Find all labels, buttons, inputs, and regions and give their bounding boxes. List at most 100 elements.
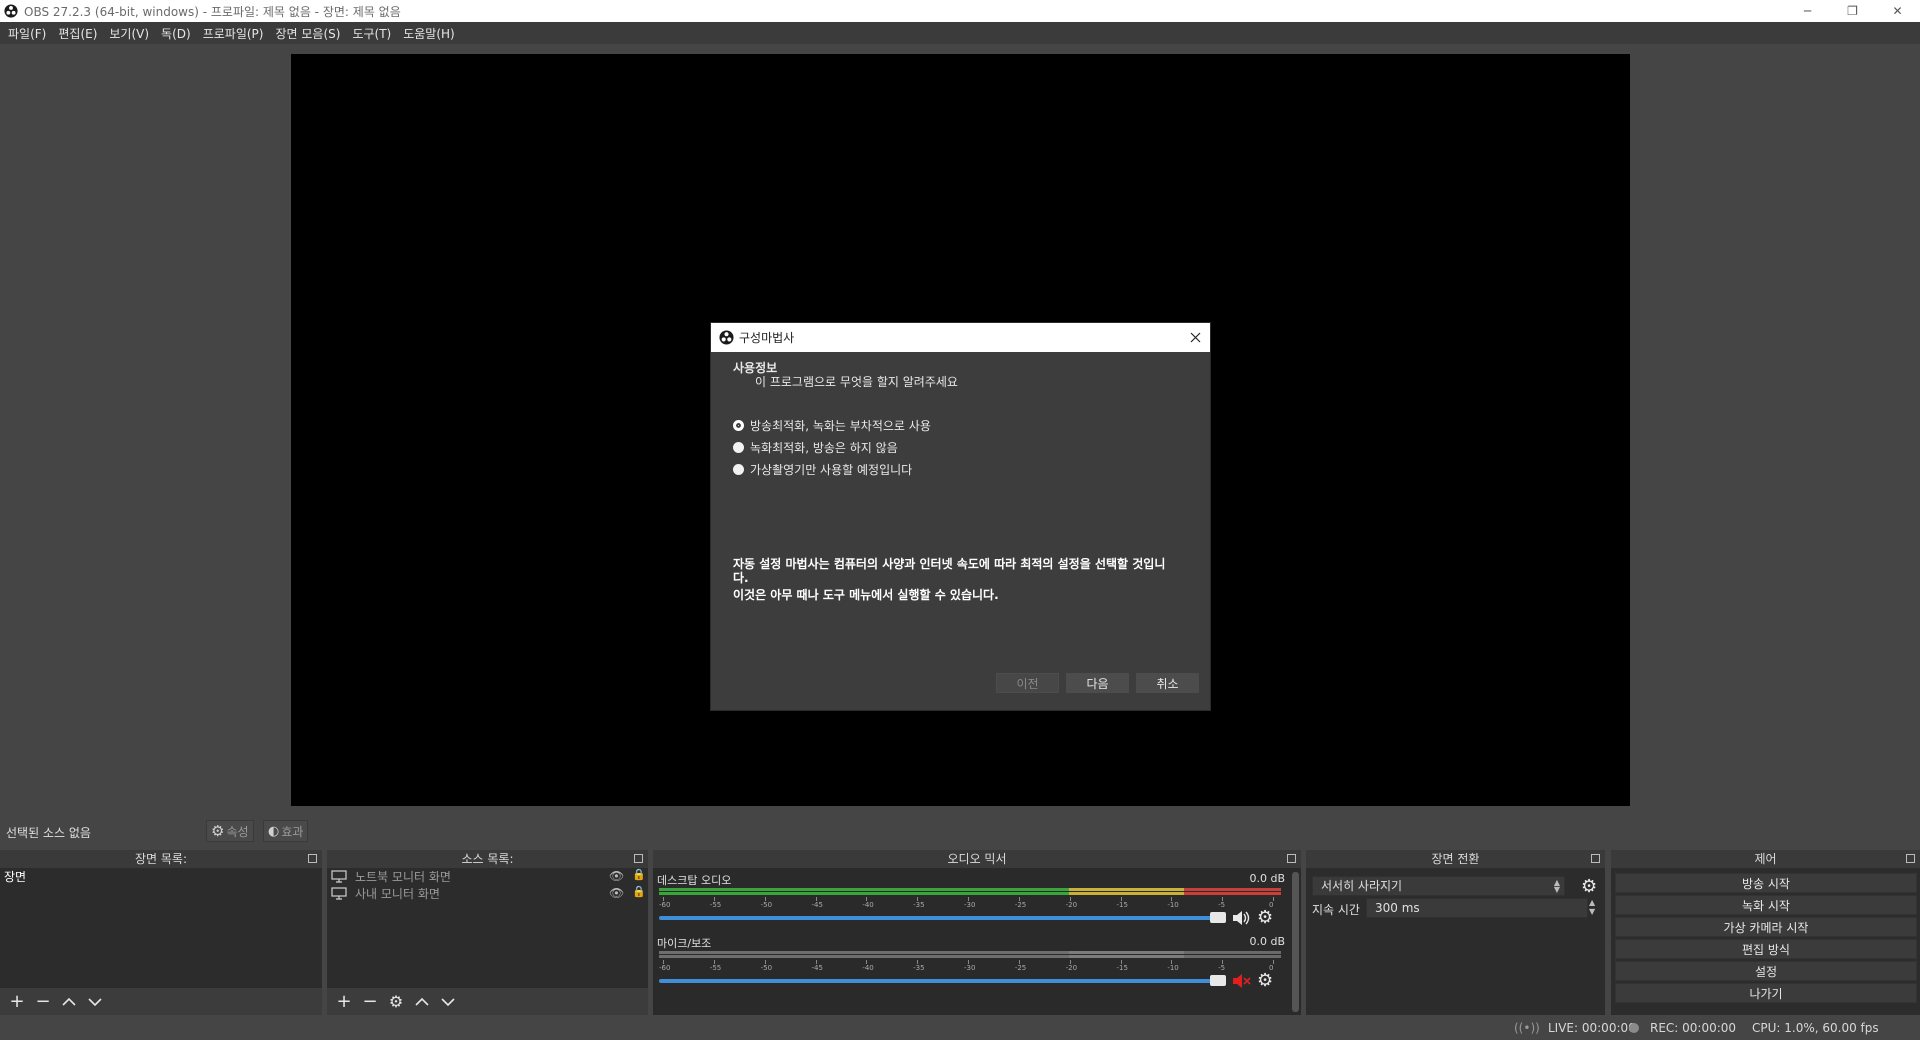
settings-button[interactable]: 설정 (1615, 961, 1917, 981)
menu-docks[interactable]: 독(D) (155, 25, 197, 42)
radio-option-virtual-camera[interactable]: 가상촬영기만 사용할 예정입니다 (733, 461, 912, 478)
radio-option-streaming[interactable]: 방송최적화, 녹화는 부차적으로 사용 (733, 417, 931, 434)
eye-icon[interactable]: 👁 (609, 869, 624, 883)
volume-slider[interactable] (659, 979, 1219, 983)
restore-button[interactable]: ❐ (1830, 0, 1875, 22)
meter-tick-mark (1171, 897, 1173, 901)
volume-meter (659, 951, 1281, 958)
source-properties-button[interactable]: ⚙ (383, 990, 409, 1014)
start-streaming-button[interactable]: 방송 시작 (1615, 873, 1917, 893)
meter-tick-mark (1069, 897, 1071, 901)
undock-icon[interactable] (1591, 854, 1600, 863)
transition-select[interactable]: 서서히 사라지기 ▲ ▼ (1312, 876, 1565, 896)
minus-icon: − (362, 991, 378, 1012)
gear-icon: ⚙ (388, 992, 404, 1011)
radio-option-recording[interactable]: 녹화최적화, 방송은 하지 않음 (733, 439, 898, 456)
meter-tick-mark (1120, 897, 1122, 901)
speaker-muted-icon[interactable] (1230, 971, 1252, 991)
dialog-body: 사용정보 이 프로그램으로 무엇을 할지 알려주세요 방송최적화, 녹화는 부차… (711, 352, 1210, 712)
menu-scene-collection[interactable]: 장면 모음(S) (269, 25, 346, 42)
meter-tick-mark (1018, 960, 1020, 964)
meter-tick-mark (1273, 960, 1274, 964)
dialog-title-bar[interactable]: 구성마법사 (711, 323, 1210, 352)
source-item[interactable]: 사내 모니터 화면 👁 🔒 (327, 885, 648, 902)
undock-icon[interactable] (634, 854, 643, 863)
source-item[interactable]: 노트북 모니터 화면 👁 🔒 (327, 868, 648, 885)
gear-icon: ⚙ (211, 822, 225, 840)
meter-tick-label: -5 (1218, 964, 1226, 972)
remove-scene-button[interactable]: − (30, 990, 56, 1014)
dialog-close-button[interactable] (1180, 323, 1210, 352)
no-source-selected-label: 선택된 소스 없음 (6, 826, 91, 840)
scene-item[interactable]: 장면 (0, 868, 322, 885)
close-window-button[interactable]: ✕ (1875, 0, 1920, 22)
undock-icon[interactable] (1287, 854, 1296, 863)
scene-transitions-dock: 장면 전환 서서히 사라지기 ▲ ▼ ⚙ 지속 시간 300 ms ▲ ▼ (1306, 850, 1605, 1015)
undock-icon[interactable] (1906, 854, 1915, 863)
gear-icon[interactable]: ⚙ (1581, 876, 1597, 897)
menu-tools[interactable]: 도구(T) (346, 25, 397, 42)
meter-tick-mark (917, 897, 919, 901)
add-source-button[interactable]: + (331, 990, 357, 1014)
remove-source-button[interactable]: − (357, 990, 383, 1014)
volume-slider-handle[interactable] (1210, 912, 1226, 923)
title-bar: OBS 27.2.3 (64-bit, windows) - 프로파일: 제목 … (0, 0, 1920, 22)
start-virtual-camera-button[interactable]: 가상 카메라 시작 (1615, 917, 1917, 937)
lock-icon[interactable]: 🔒 (632, 885, 646, 898)
mixer-scrollbar[interactable] (1292, 872, 1299, 1012)
lock-icon[interactable]: 🔒 (632, 868, 646, 881)
mixer-channel-mic-aux: 마이크/보조 0.0 dB -60 -55 -50 -45 -40 -35 -30 -25 -2… (657, 935, 1289, 995)
meter-tick-mark (968, 960, 969, 964)
move-scene-down-button[interactable] (82, 990, 108, 1014)
plus-icon: + (336, 991, 352, 1012)
meter-tick-mark (815, 960, 817, 964)
dialog-info-text-2: 이것은 아무 때나 도구 메뉴에서 실행할 수 있습니다. (733, 588, 999, 602)
broadcast-icon: ((•)) (1514, 1021, 1540, 1035)
move-scene-up-button[interactable] (56, 990, 82, 1014)
status-bar: ((•)) LIVE: 00:00:00 REC: 00:00:00 CPU: … (0, 1016, 1920, 1040)
menu-file[interactable]: 파일(F) (2, 25, 52, 42)
start-recording-button[interactable]: 녹화 시작 (1615, 895, 1917, 915)
mixer-channel-desktop-audio: 데스크탑 오디오 0.0 dB -60 -55 -50 -45 -40 -35 -30 -25… (657, 872, 1289, 932)
exit-button[interactable]: 나가기 (1615, 983, 1917, 1003)
menu-edit[interactable]: 편집(E) (52, 25, 103, 42)
speaker-icon[interactable] (1230, 908, 1252, 928)
controls-header: 제어 (1611, 850, 1920, 868)
meter-tick-label: -55 (709, 901, 722, 909)
minimize-button[interactable]: ─ (1785, 0, 1830, 22)
meter-tick-mark (815, 897, 817, 901)
audio-mixer-dock: 오디오 믹서 데스크탑 오디오 0.0 dB -60 -55 -50 -45 -40 -3… (653, 850, 1301, 1015)
meter-tick-label: -10 (1167, 901, 1179, 909)
studio-mode-button[interactable]: 편집 방식 (1615, 939, 1917, 959)
meter-tick-mark (663, 897, 664, 901)
properties-button[interactable]: ⚙ 속성 (206, 820, 254, 842)
duration-spin-icon[interactable]: ▲ ▼ (1589, 898, 1595, 916)
duration-input[interactable]: 300 ms (1366, 898, 1588, 918)
scenes-dock-title: 장면 목록: (134, 852, 188, 866)
undock-icon[interactable] (308, 854, 317, 863)
add-scene-button[interactable]: + (4, 990, 30, 1014)
menu-help[interactable]: 도움말(H) (397, 25, 461, 42)
filters-button[interactable]: ◐ 효과 (263, 820, 309, 842)
cancel-button[interactable]: 취소 (1136, 673, 1199, 693)
scenes-dock-header: 장면 목록: (0, 850, 322, 868)
move-source-up-button[interactable] (409, 990, 435, 1014)
eye-icon[interactable]: 👁 (609, 886, 624, 900)
meter-ticks: -60 -55 -50 -45 -40 -35 -30 -25 -20 -15 -10 -5 0 (659, 960, 1281, 974)
gear-icon[interactable]: ⚙ (1257, 970, 1279, 991)
previous-button[interactable]: 이전 (996, 673, 1059, 693)
gear-icon[interactable]: ⚙ (1257, 907, 1279, 928)
menu-profile[interactable]: 프로파일(P) (197, 25, 270, 42)
menu-view[interactable]: 보기(V) (103, 25, 155, 42)
channel-db-readout: 0.0 dB (1249, 872, 1285, 885)
radio-unselected-icon (733, 464, 744, 475)
meter-tick-mark (968, 897, 969, 901)
move-source-down-button[interactable] (435, 990, 461, 1014)
audio-mixer-title: 오디오 믹서 (947, 852, 1007, 866)
filters-label: 효과 (281, 824, 304, 839)
duration-value: 300 ms (1375, 901, 1420, 915)
next-button[interactable]: 다음 (1066, 673, 1129, 693)
volume-slider[interactable] (659, 916, 1219, 920)
close-icon: ✕ (1892, 4, 1903, 18)
volume-slider-handle[interactable] (1210, 975, 1226, 986)
